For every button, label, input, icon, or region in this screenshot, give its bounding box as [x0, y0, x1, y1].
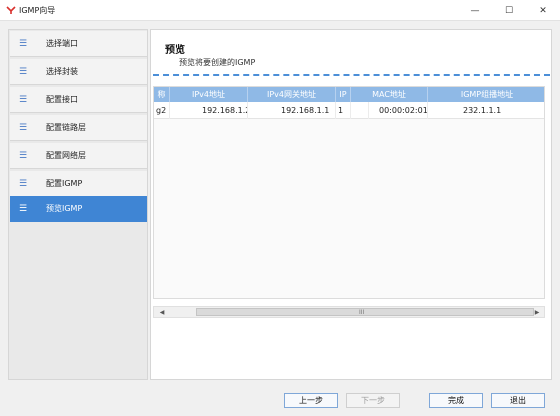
table-header: 称 IPv4地址 IPv4网关地址 IP MAC地址 IGMP组播地址 — [154, 87, 544, 102]
sidebar-item-configure-interface[interactable]: ☰ 配置接口 — [10, 87, 147, 113]
menu-lines-icon: ☰ — [18, 178, 28, 189]
cell-ipv4: 192.168.1.2 — [170, 102, 248, 119]
sidebar-item-label: 选择端口 — [46, 39, 78, 48]
column-header-ipv4-gateway[interactable]: IPv4网关地址 — [248, 87, 336, 102]
close-icon: ✕ — [539, 5, 547, 16]
dashed-divider — [153, 74, 550, 76]
sidebar-item-select-encapsulation[interactable]: ☰ 选择封装 — [10, 59, 147, 85]
sidebar-item-label: 配置网络层 — [46, 151, 86, 160]
horizontal-scrollbar[interactable]: ◀ III ▶ — [153, 306, 545, 318]
column-header-igmp-group[interactable]: IGMP组播地址 — [428, 87, 544, 102]
scroll-right-arrow-icon[interactable]: ▶ — [531, 308, 543, 317]
cell-igmp-group: 232.1.1.1 — [463, 106, 502, 115]
minimize-button[interactable]: — — [458, 0, 492, 21]
maximize-button[interactable]: ☐ — [492, 0, 526, 21]
sidebar-item-configure-link-layer[interactable]: ☰ 配置链路层 — [10, 115, 147, 141]
menu-lines-icon: ☰ — [18, 94, 28, 105]
next-button[interactable]: 下一步 — [346, 393, 400, 408]
cell-name: g2 — [154, 102, 170, 119]
close-button[interactable]: ✕ — [526, 0, 560, 21]
scroll-left-arrow-icon[interactable]: ◀ — [156, 308, 168, 317]
menu-lines-icon: ☰ — [18, 150, 28, 161]
column-header-mac[interactable]: MAC地址 — [351, 87, 428, 102]
preview-table: 称 IPv4地址 IPv4网关地址 IP MAC地址 IGMP组播地址 g2 1… — [153, 86, 545, 299]
maximize-icon: ☐ — [504, 5, 514, 16]
sidebar-item-preview-igmp[interactable]: ☰ 预览IGMP — [10, 196, 147, 222]
wizard-steps-sidebar: ☰ 选择端口 ☰ 选择封装 ☰ 配置接口 ☰ 配置链路层 ☰ 配置网络层 ☰ 配… — [8, 29, 148, 380]
title-bar: IGMP向导 — ☐ ✕ — [0, 0, 560, 21]
sidebar-item-label: 配置链路层 — [46, 123, 86, 132]
menu-lines-icon: ☰ — [18, 122, 28, 133]
minimize-icon: — — [470, 5, 480, 16]
page-subtitle: 预览将要创建的IGMP — [179, 58, 256, 67]
column-header-ip[interactable]: IP — [336, 87, 351, 102]
menu-lines-icon: ☰ — [18, 203, 28, 214]
scrollbar-thumb[interactable]: III — [196, 308, 534, 316]
page-title: 预览 — [165, 45, 185, 56]
preview-panel: 预览 预览将要创建的IGMP 称 IPv4地址 IPv4网关地址 IP MAC地… — [150, 29, 552, 380]
app-logo-icon — [6, 6, 16, 14]
sidebar-item-configure-network-layer[interactable]: ☰ 配置网络层 — [10, 143, 147, 169]
sidebar-item-label: 选择封装 — [46, 67, 78, 76]
sidebar-item-label: 配置IGMP — [46, 179, 83, 188]
cell-ip-value: 1 — [336, 102, 351, 119]
exit-button[interactable]: 退出 — [491, 393, 545, 408]
menu-lines-icon: ☰ — [18, 38, 28, 49]
column-header-name[interactable]: 称 — [154, 87, 170, 102]
scroll-grip-icon: III — [359, 309, 365, 316]
window-title: IGMP向导 — [19, 6, 56, 15]
sidebar-item-label: 配置接口 — [46, 95, 78, 104]
finish-button[interactable]: 完成 — [429, 393, 483, 408]
prev-button[interactable]: 上一步 — [284, 393, 338, 408]
table-row[interactable]: g2 192.168.1.2 192.168.1.1 1 00:00:02:01… — [154, 102, 544, 119]
sidebar-item-select-port[interactable]: ☰ 选择端口 — [10, 31, 147, 57]
cell-ipv4-gateway: 192.168.1.1 — [248, 102, 336, 119]
sidebar-item-label: 预览IGMP — [46, 204, 83, 213]
column-header-ipv4[interactable]: IPv4地址 — [170, 87, 248, 102]
cell-mac: 00:00:02:01:01:02 — [351, 102, 428, 119]
menu-lines-icon: ☰ — [18, 66, 28, 77]
sidebar-item-configure-igmp[interactable]: ☰ 配置IGMP — [10, 171, 147, 197]
